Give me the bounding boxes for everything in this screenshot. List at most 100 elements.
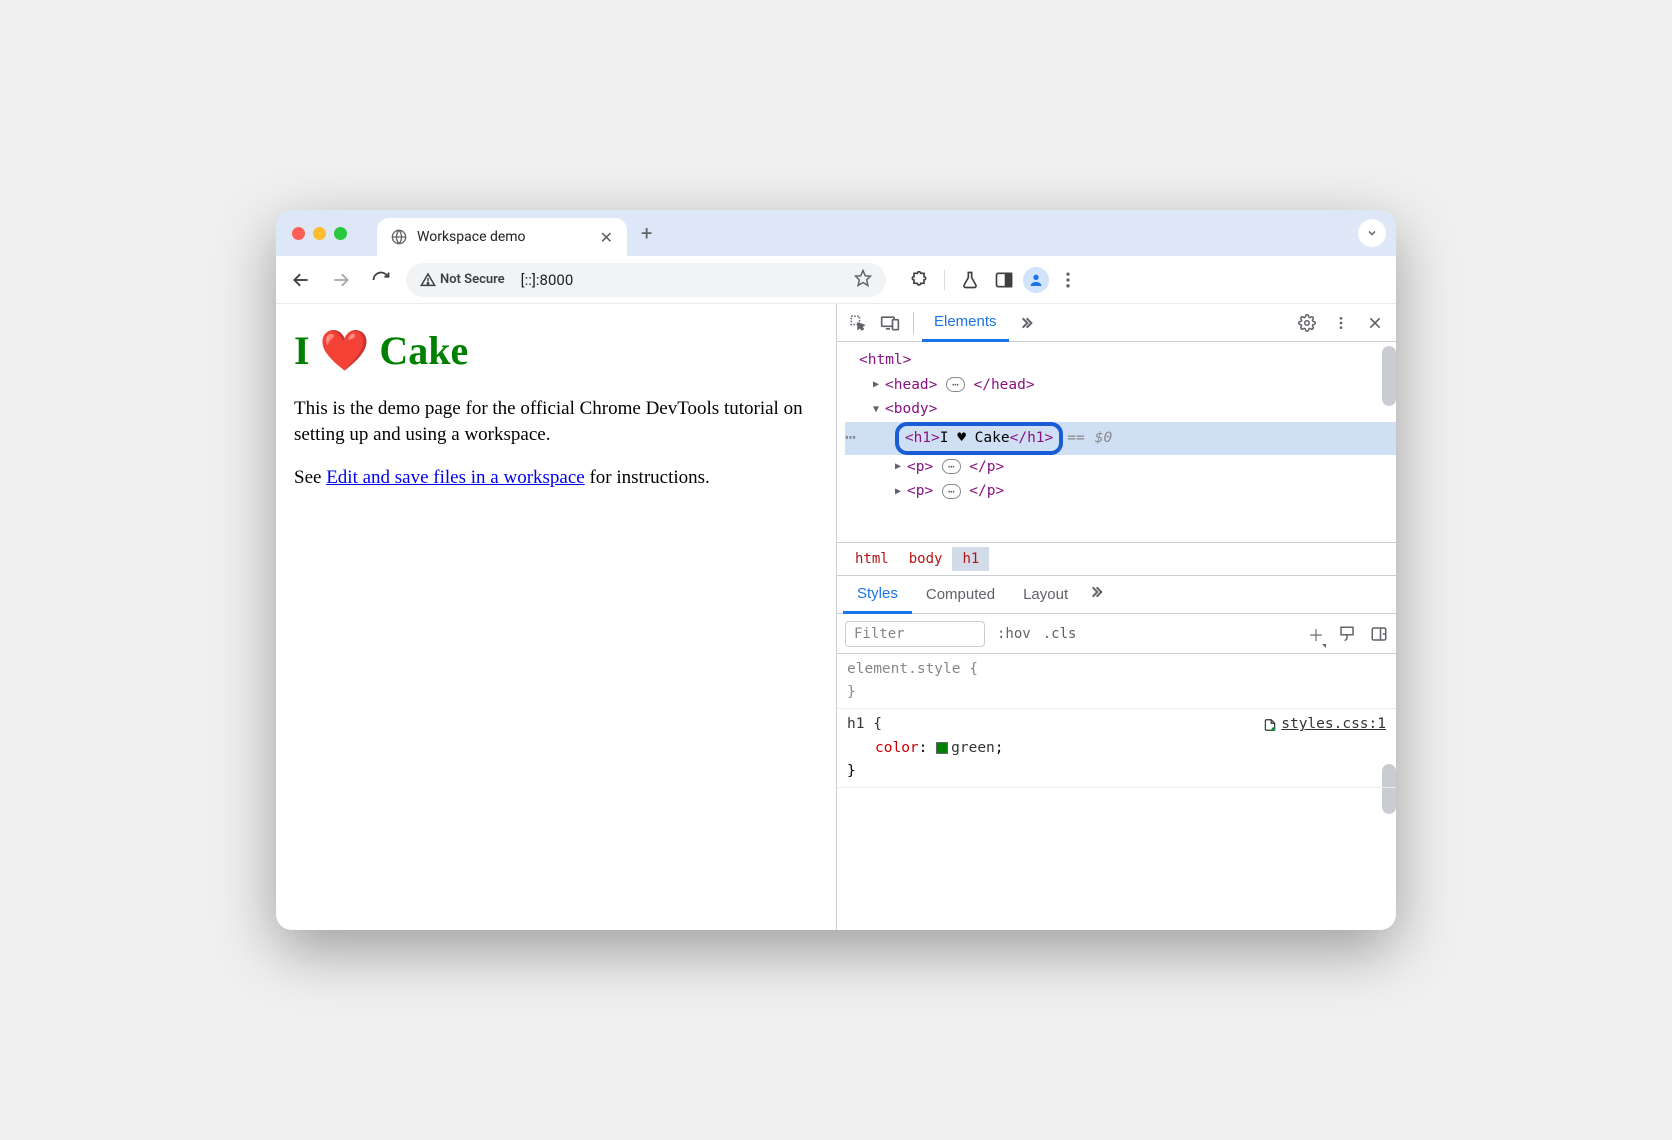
star-icon xyxy=(854,269,872,287)
workspace-docs-link[interactable]: Edit and save files in a workspace xyxy=(326,467,585,488)
content-area: I ❤️ Cake This is the demo page for the … xyxy=(276,304,1396,930)
crumb-h1[interactable]: h1 xyxy=(952,547,989,571)
page-heading: I ❤️ Cake xyxy=(294,324,818,378)
more-actions-icon[interactable]: ⋯ xyxy=(845,423,855,454)
computed-panel-icon[interactable] xyxy=(1370,625,1388,643)
head-close-tag: </head> xyxy=(973,373,1034,398)
crumb-body[interactable]: body xyxy=(899,547,953,571)
profile-button[interactable] xyxy=(1023,267,1049,293)
expand-arrow-icon[interactable]: ▶ xyxy=(895,483,907,500)
p-open-tag[interactable]: <p> xyxy=(907,479,933,504)
color-swatch-icon[interactable] xyxy=(936,742,948,754)
more-style-tabs-button[interactable] xyxy=(1088,584,1104,605)
prop-name: color xyxy=(875,740,919,756)
sidepanel-icon xyxy=(994,270,1014,290)
maximize-window-button[interactable] xyxy=(334,227,347,240)
inspect-element-button[interactable] xyxy=(843,308,873,338)
chrome-menu-button[interactable] xyxy=(1053,265,1083,295)
labs-button[interactable] xyxy=(955,265,985,295)
security-chip[interactable]: Not Secure xyxy=(420,272,513,288)
highlight-annotation: <h1>I ♥ Cake</h1> xyxy=(895,422,1063,455)
chevrons-right-icon xyxy=(1088,584,1104,600)
forward-button[interactable] xyxy=(326,265,356,295)
person-icon xyxy=(1028,272,1044,288)
tab-search-button[interactable] xyxy=(1358,219,1386,247)
element-style-selector: element.style { xyxy=(847,661,978,677)
layout-tab[interactable]: Layout xyxy=(1009,576,1082,614)
toolbar: Not Secure [::]:8000 xyxy=(276,256,1396,304)
new-tab-button[interactable]: + xyxy=(627,221,666,245)
body-open-tag[interactable]: <body> xyxy=(885,397,937,422)
dom-tree[interactable]: <html> ▶<head> ⋯ </head> ▼<body> ⋯ <h1>I… xyxy=(837,342,1396,542)
brace-close: } xyxy=(847,681,1386,704)
close-tab-icon[interactable]: ✕ xyxy=(600,228,613,247)
filter-placeholder: Filter xyxy=(854,626,905,642)
h1-style-rule[interactable]: styles.css:1 h1 { color: green; } xyxy=(837,709,1396,788)
selected-dom-node[interactable]: ⋯ <h1>I ♥ Cake</h1> == $0 xyxy=(845,422,1396,455)
brace-close: } xyxy=(847,760,1386,783)
p-close-tag: </p> xyxy=(969,479,1004,504)
devtools-toolbar: Elements xyxy=(837,304,1396,342)
element-style-rule[interactable]: element.style { } xyxy=(837,654,1396,709)
close-devtools-button[interactable] xyxy=(1360,308,1390,338)
head-open-tag[interactable]: <head> xyxy=(885,373,937,398)
collapse-arrow-icon[interactable]: ▼ xyxy=(873,401,885,418)
crumb-html[interactable]: html xyxy=(845,547,899,571)
html-tag[interactable]: <html> xyxy=(859,348,911,373)
styles-pane[interactable]: element.style { } styles.css:1 h1 { colo… xyxy=(837,654,1396,930)
back-button[interactable] xyxy=(286,265,316,295)
source-link[interactable]: styles.css:1 xyxy=(1263,713,1386,736)
cls-toggle[interactable]: .cls xyxy=(1043,626,1077,642)
devtools-settings-button[interactable] xyxy=(1292,308,1322,338)
chevrons-right-icon xyxy=(1018,315,1034,331)
styles-tab[interactable]: Styles xyxy=(843,576,912,614)
not-secure-label: Not Secure xyxy=(440,272,505,287)
color-property[interactable]: color: green; xyxy=(875,737,1386,760)
computed-tab[interactable]: Computed xyxy=(912,576,1009,614)
browser-tab[interactable]: Workspace demo ✕ xyxy=(377,218,627,256)
styles-filter-row: Filter :hov .cls ＋ xyxy=(837,614,1396,654)
reload-icon xyxy=(371,270,391,290)
more-tabs-button[interactable] xyxy=(1011,308,1041,338)
inspect-icon xyxy=(849,314,867,332)
arrow-left-icon xyxy=(291,270,311,290)
h1-text-node: I ♥ Cake xyxy=(940,430,1010,446)
expand-arrow-icon[interactable]: ▶ xyxy=(873,376,885,393)
p-close-tag: </p> xyxy=(969,455,1004,480)
equals-label: == xyxy=(1067,426,1084,451)
h1-open-tag: <h1> xyxy=(905,430,940,446)
ellipsis-icon[interactable]: ⋯ xyxy=(946,377,965,392)
close-window-button[interactable] xyxy=(292,227,305,240)
kebab-icon xyxy=(1333,315,1349,331)
reload-button[interactable] xyxy=(366,265,396,295)
page-paragraph-1: This is the demo page for the official C… xyxy=(294,396,818,447)
url-text: [::]:8000 xyxy=(521,271,574,289)
devtools-scrollbar[interactable] xyxy=(1382,346,1396,406)
kebab-icon xyxy=(1058,270,1078,290)
prop-value: green xyxy=(951,740,995,756)
elements-tab[interactable]: Elements xyxy=(922,304,1009,342)
minimize-window-button[interactable] xyxy=(313,227,326,240)
file-icon xyxy=(1263,718,1277,732)
extensions-button[interactable] xyxy=(904,265,934,295)
tab-title: Workspace demo xyxy=(417,229,590,245)
divider xyxy=(913,312,914,334)
device-toolbar-button[interactable] xyxy=(875,308,905,338)
styles-tabbar: Styles Computed Layout xyxy=(837,576,1396,614)
format-icon[interactable] xyxy=(1338,625,1356,643)
styles-filter-input[interactable]: Filter xyxy=(845,621,985,647)
p-open-tag[interactable]: <p> xyxy=(907,455,933,480)
devtools-menu-button[interactable] xyxy=(1326,308,1356,338)
expand-arrow-icon[interactable]: ▶ xyxy=(895,458,907,475)
side-panel-button[interactable] xyxy=(989,265,1019,295)
source-file-label: styles.css:1 xyxy=(1281,713,1386,736)
new-style-rule-button[interactable]: ＋ xyxy=(1308,622,1324,646)
dollar-zero-label: $0 xyxy=(1095,426,1112,451)
browser-window: Workspace demo ✕ + Not Secure [::]:8000 xyxy=(276,210,1396,930)
address-bar[interactable]: Not Secure [::]:8000 xyxy=(406,263,886,297)
ellipsis-icon[interactable]: ⋯ xyxy=(942,459,961,474)
bookmark-button[interactable] xyxy=(854,269,872,291)
hov-toggle[interactable]: :hov xyxy=(997,626,1031,642)
chevron-down-icon xyxy=(1366,227,1378,239)
ellipsis-icon[interactable]: ⋯ xyxy=(942,484,961,499)
